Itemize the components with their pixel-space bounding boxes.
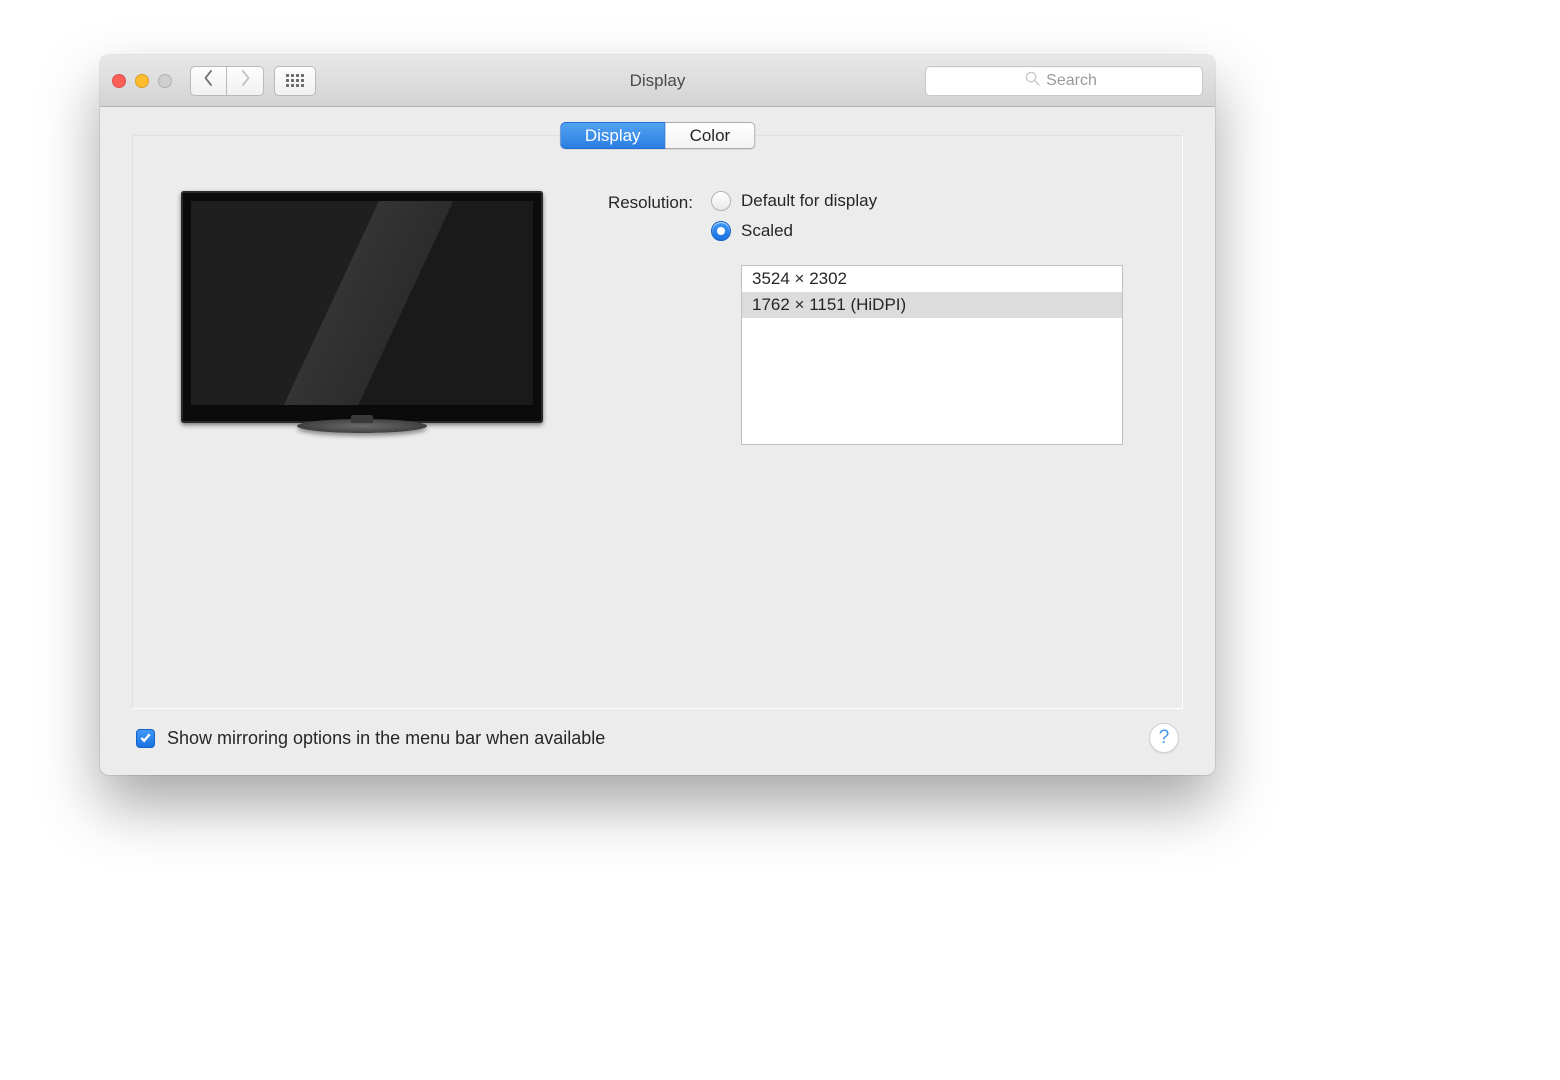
radio-default-label: Default for display [741, 191, 877, 211]
help-icon: ? [1159, 727, 1170, 749]
resolution-form: Resolution: Default for display Scaled [583, 191, 1146, 445]
tab-color[interactable]: Color [666, 122, 756, 149]
footer: Show mirroring options in the menu bar w… [132, 709, 1183, 753]
tab-bar: Display Color [560, 122, 755, 149]
radio-checked-icon [711, 221, 731, 241]
resolution-option[interactable]: 1762 × 1151 (HiDPI) [742, 292, 1122, 318]
display-preview [181, 191, 543, 445]
radio-scaled-label: Scaled [741, 221, 793, 241]
show-all-button[interactable] [274, 66, 316, 96]
resolution-label: Resolution: [583, 191, 693, 213]
resolution-list[interactable]: 3524 × 2302 1762 × 1151 (HiDPI) [741, 265, 1123, 445]
help-button[interactable]: ? [1149, 723, 1179, 753]
search-field[interactable]: Search [925, 66, 1203, 96]
titlebar: Display Search [100, 55, 1215, 107]
mirroring-label: Show mirroring options in the menu bar w… [167, 728, 605, 749]
zoom-button[interactable] [158, 74, 172, 88]
close-button[interactable] [112, 74, 126, 88]
chevron-right-icon [240, 70, 251, 91]
content: Display Color Resolution: [100, 107, 1215, 775]
monitor-icon [181, 191, 543, 423]
resolution-option[interactable]: 3524 × 2302 [742, 266, 1122, 292]
panel-body: Resolution: Default for display Scaled [133, 136, 1182, 475]
minimize-button[interactable] [135, 74, 149, 88]
back-button[interactable] [190, 66, 227, 96]
tab-display[interactable]: Display [560, 122, 666, 149]
radio-icon [711, 191, 731, 211]
radio-scaled[interactable]: Scaled [711, 221, 1123, 241]
mirroring-checkbox[interactable] [136, 729, 155, 748]
main-panel: Display Color Resolution: [132, 135, 1183, 709]
chevron-left-icon [203, 70, 214, 91]
checkmark-icon [139, 728, 152, 749]
forward-button[interactable] [227, 66, 264, 96]
window-controls [112, 74, 172, 88]
search-icon [1025, 71, 1040, 91]
grid-icon [286, 74, 304, 87]
preferences-window: Display Search Display Color [100, 55, 1215, 775]
search-placeholder: Search [1046, 72, 1097, 90]
nav-buttons [190, 66, 264, 96]
radio-default-for-display[interactable]: Default for display [711, 191, 1123, 211]
